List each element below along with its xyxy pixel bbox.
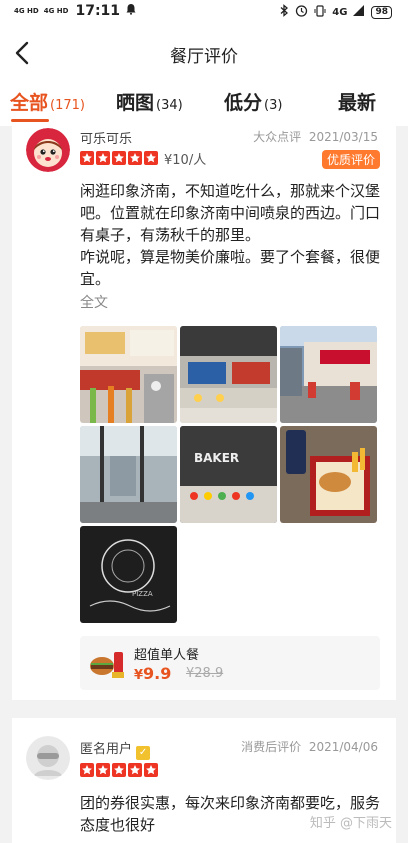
watermark: 知乎 @下雨天 [309, 816, 392, 831]
star-rating [80, 151, 158, 165]
vip-icon: ✓ [136, 746, 151, 760]
review-source-date: 消费后评价 2021/04/06 [241, 738, 378, 755]
review-photo[interactable] [80, 326, 177, 423]
star-icon [96, 151, 110, 165]
avatar[interactable] [26, 128, 70, 172]
review-photo[interactable] [280, 326, 377, 423]
star-icon [144, 763, 158, 777]
star-icon [128, 763, 142, 777]
filter-tabs: 全部 (171) 晒图 (34) 低分 (3) 最新 [0, 86, 408, 126]
review-source: 大众点评 [253, 130, 302, 144]
username-text: 匿名用户 [80, 742, 133, 757]
chalkboard-photo: PIZZA [80, 526, 177, 623]
alarm-icon [295, 4, 308, 20]
notification-icon [125, 3, 137, 19]
counter-photo [180, 326, 277, 423]
tab-all[interactable]: 全部 (171) [10, 88, 85, 115]
clock: 17:11 [75, 3, 121, 19]
photo-sign-b: PIZZA [132, 590, 153, 598]
signal-bars-icon [353, 5, 365, 19]
review-source-date: 大众点评 2021/03/15 [253, 128, 378, 145]
review-date: 2021/03/15 [308, 130, 378, 144]
star-icon [112, 763, 126, 777]
avatar[interactable] [26, 736, 70, 780]
tab-all-count: (171) [50, 98, 85, 113]
window-photo [80, 426, 177, 523]
vibrate-icon [314, 4, 326, 20]
page-title: 餐厅评价 [170, 47, 238, 67]
deal-item[interactable]: 超值单人餐 ¥9.9 ¥28.9 [80, 636, 380, 690]
signal-icon: 4G HD [14, 6, 39, 15]
status-bar: 4G HD 4G HD 17:11 4G 98 [0, 0, 408, 24]
tab-photos-count: (34) [156, 98, 183, 113]
deal-name: 超值单人餐 [134, 648, 200, 663]
star-icon [96, 763, 110, 777]
shop-interior-photo [80, 326, 177, 423]
tab-photos-label: 晒图 [116, 92, 155, 114]
battery-icon: 98 [371, 5, 392, 19]
storefront-photo [280, 326, 377, 423]
menu-board-photo: BAKER [180, 426, 277, 523]
review-photo[interactable] [280, 426, 377, 523]
review-photo[interactable] [180, 326, 277, 423]
star-icon [128, 151, 142, 165]
tab-latest[interactable]: 最新 [338, 88, 376, 115]
review-date: 2021/04/06 [308, 740, 378, 754]
deal-currency: ¥ [134, 668, 144, 683]
star-icon [80, 763, 94, 777]
username[interactable]: 可乐可乐 [80, 128, 132, 147]
star-icon [144, 151, 158, 165]
star-icon [80, 151, 94, 165]
photo-sign: BAKER [194, 451, 239, 465]
tab-all-label: 全部 [10, 92, 49, 114]
deal-price-value: 9.9 [143, 664, 172, 683]
deal-thumbnail [88, 644, 126, 682]
meal-photo [280, 426, 377, 523]
review-photo[interactable] [80, 426, 177, 523]
review-text: 闲逛印象济南，不知道吃什么，那就来个汉堡吧。位置就在印象济南中间喷泉的西边。门口… [80, 180, 380, 290]
tab-photos[interactable]: 晒图 (34) [116, 88, 183, 115]
review-photo[interactable]: PIZZA [80, 526, 177, 623]
deal-price: ¥9.9 [134, 664, 171, 683]
tab-low-score-count: (3) [264, 98, 283, 113]
star-rating [80, 763, 158, 777]
network-type: 4G [332, 6, 348, 18]
tab-low-score[interactable]: 低分 (3) [224, 88, 282, 115]
tab-latest-label: 最新 [338, 92, 377, 114]
quality-badge: 优质评价 [321, 150, 380, 169]
tab-low-score-label: 低分 [224, 92, 263, 114]
price-per-person: ¥10/人 [164, 153, 207, 168]
review-card: 可乐可乐 大众点评 2021/03/15 ¥10/人 优质评价 闲逛印象济南，不… [12, 126, 396, 700]
review-body: 闲逛印象济南，不知道吃什么，那就来个汉堡吧。位置就在印象济南中间喷泉的西边。门口… [80, 182, 381, 288]
read-full-link[interactable]: 全文 [80, 292, 108, 312]
review-photo[interactable]: BAKER [180, 426, 277, 523]
star-icon [112, 151, 126, 165]
navigation-bar: 餐厅评价 [0, 24, 408, 86]
review-source: 消费后评价 [241, 740, 302, 754]
bluetooth-icon [280, 4, 289, 20]
username[interactable]: 匿名用户 ✓ [80, 738, 151, 760]
signal-icon-2: 4G HD [43, 6, 69, 15]
active-tab-indicator [11, 119, 49, 122]
deal-original-price: ¥28.9 [186, 666, 224, 681]
